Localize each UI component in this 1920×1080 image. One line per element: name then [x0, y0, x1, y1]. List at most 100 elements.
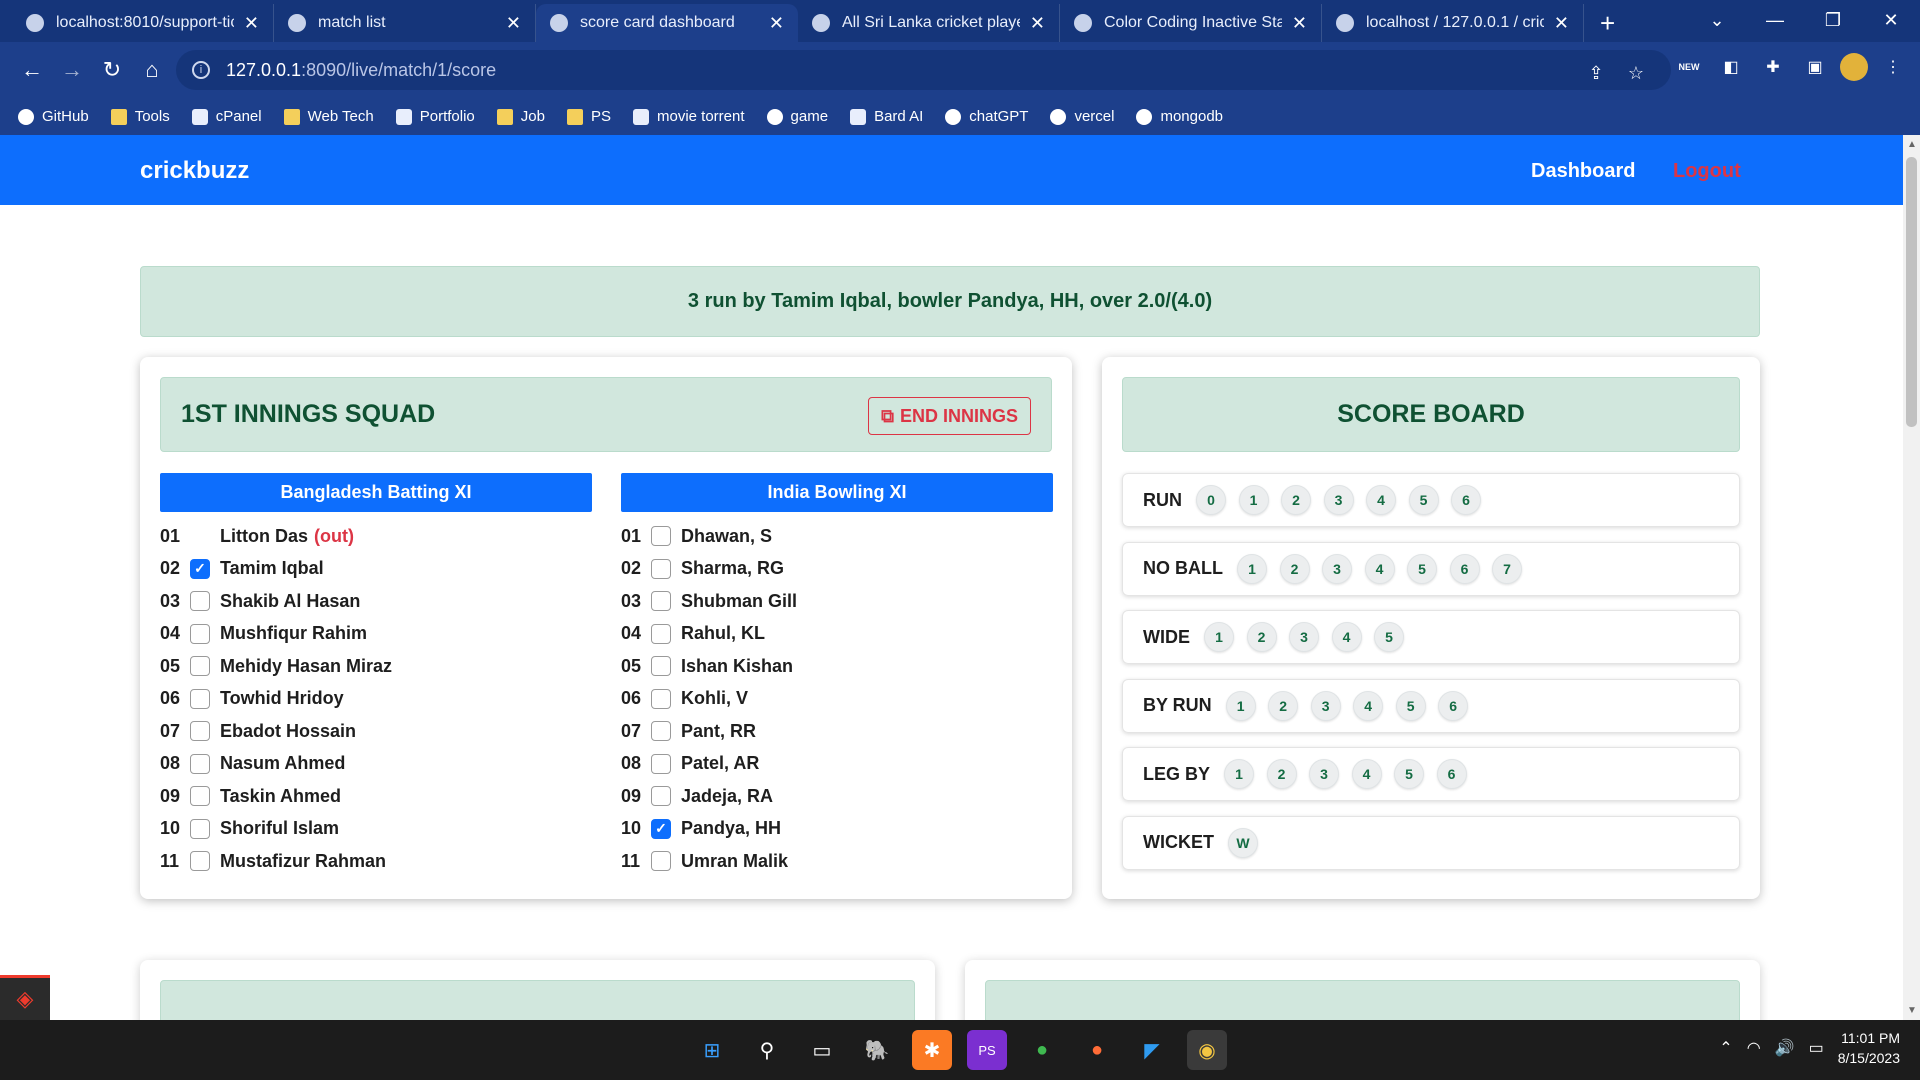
- player-checkbox[interactable]: [190, 623, 210, 644]
- share-icon[interactable]: ⇪: [1579, 56, 1613, 90]
- score-value-button[interactable]: 6: [1438, 690, 1469, 721]
- bookmark-item[interactable]: Bard AI: [850, 108, 923, 125]
- score-value-button[interactable]: 5: [1395, 690, 1426, 721]
- score-value-button[interactable]: 5: [1394, 759, 1425, 789]
- player-checkbox[interactable]: ✓: [651, 818, 671, 839]
- windows-start-icon[interactable]: ⊞: [692, 1030, 732, 1070]
- player-checkbox[interactable]: [190, 688, 210, 709]
- end-innings-button[interactable]: ⧉ END INNINGS: [868, 397, 1031, 435]
- score-value-button[interactable]: 4: [1331, 622, 1362, 652]
- tab-close-icon[interactable]: ✕: [1030, 13, 1045, 34]
- player-checkbox[interactable]: [190, 818, 210, 839]
- score-value-button[interactable]: 1: [1224, 759, 1255, 789]
- task-view-icon[interactable]: ▭: [802, 1030, 842, 1070]
- score-value-button[interactable]: 1: [1237, 553, 1267, 584]
- bookmark-item[interactable]: PS: [566, 108, 611, 125]
- tab-close-icon[interactable]: ✕: [506, 13, 521, 34]
- browser-tab[interactable]: localhost:8010/support-tick ✕: [12, 4, 274, 42]
- menu-icon[interactable]: ⋮: [1876, 50, 1910, 84]
- bookmark-item[interactable]: GitHub: [18, 108, 89, 125]
- forward-icon[interactable]: →: [52, 50, 92, 90]
- score-value-button[interactable]: 0: [1196, 485, 1226, 515]
- chrome-icon[interactable]: ◉: [1187, 1030, 1227, 1070]
- xampp-icon[interactable]: ✱: [912, 1030, 952, 1070]
- player-checkbox[interactable]: [651, 851, 671, 872]
- bookmark-item[interactable]: vercel: [1050, 108, 1114, 125]
- player-checkbox[interactable]: [651, 688, 671, 709]
- score-value-button[interactable]: 4: [1351, 759, 1382, 789]
- site-info-icon[interactable]: i: [192, 61, 210, 79]
- back-icon[interactable]: ←: [12, 50, 52, 90]
- score-value-button[interactable]: 6: [1451, 485, 1481, 515]
- vscode-icon[interactable]: ◤: [1132, 1030, 1172, 1070]
- batting-team-button[interactable]: Bangladesh Batting XI: [160, 473, 592, 512]
- nav-dashboard-link[interactable]: Dashboard: [1531, 160, 1635, 183]
- tab-search-icon[interactable]: ⌄: [1688, 0, 1746, 40]
- minimize-button[interactable]: —: [1746, 0, 1804, 40]
- bookmark-item[interactable]: Tools: [110, 108, 170, 125]
- search-icon[interactable]: ⚲: [747, 1030, 787, 1070]
- score-value-button[interactable]: 5: [1374, 622, 1404, 652]
- player-checkbox[interactable]: [190, 786, 210, 807]
- url-input[interactable]: i 127.0.0.1:8090/live/match/1/score ⇪ ☆: [176, 50, 1671, 90]
- player-checkbox[interactable]: [190, 591, 210, 612]
- browser-tab[interactable]: score card dashboard ✕: [536, 4, 798, 42]
- side-panel-icon[interactable]: ▣: [1798, 50, 1832, 84]
- browser-tab[interactable]: localhost / 127.0.0.1 / cricke ✕: [1322, 4, 1584, 42]
- bowling-team-button[interactable]: India Bowling XI: [621, 473, 1053, 512]
- player-checkbox[interactable]: [651, 591, 671, 612]
- close-window-button[interactable]: ✕: [1862, 0, 1920, 40]
- tray-expand-icon[interactable]: ⌃: [1719, 1038, 1732, 1058]
- nav-logout-link[interactable]: Logout: [1673, 160, 1741, 183]
- player-checkbox[interactable]: [190, 753, 210, 774]
- extension-icon[interactable]: ◧: [1714, 50, 1748, 84]
- score-value-button[interactable]: 1: [1204, 622, 1234, 652]
- volume-icon[interactable]: 🔊: [1775, 1038, 1795, 1058]
- scrollbar-thumb[interactable]: [1906, 157, 1917, 427]
- score-value-button[interactable]: 1: [1238, 485, 1269, 515]
- score-value-button[interactable]: 2: [1279, 553, 1310, 584]
- player-checkbox[interactable]: [651, 721, 671, 742]
- tab-close-icon[interactable]: ✕: [769, 13, 784, 34]
- player-checkbox[interactable]: [651, 753, 671, 774]
- clock[interactable]: 11:01 PM 8/15/2023: [1838, 1028, 1900, 1068]
- tab-close-icon[interactable]: ✕: [244, 13, 259, 34]
- browser-tab[interactable]: All Sri Lanka cricket players, ✕: [798, 4, 1060, 42]
- score-value-button[interactable]: 5: [1408, 485, 1439, 515]
- player-checkbox[interactable]: [190, 851, 210, 872]
- page-scrollbar[interactable]: ▲ ▼: [1903, 135, 1920, 1020]
- restore-button[interactable]: ❐: [1804, 0, 1862, 40]
- home-icon[interactable]: ⌂: [132, 50, 172, 90]
- mongodb-compass-icon[interactable]: ●: [1022, 1030, 1062, 1070]
- score-value-button[interactable]: 2: [1266, 759, 1297, 789]
- pgadmin-icon[interactable]: 🐘: [857, 1030, 897, 1070]
- postman-icon[interactable]: ●: [1077, 1030, 1117, 1070]
- tab-close-icon[interactable]: ✕: [1292, 13, 1307, 34]
- player-checkbox[interactable]: [651, 623, 671, 644]
- battery-icon[interactable]: ▭: [1809, 1038, 1824, 1058]
- score-value-button[interactable]: 5: [1407, 553, 1437, 584]
- score-value-button[interactable]: 7: [1492, 553, 1522, 584]
- new-tab-button[interactable]: +: [1584, 4, 1631, 42]
- score-value-button[interactable]: 4: [1366, 485, 1396, 515]
- player-checkbox[interactable]: [651, 786, 671, 807]
- scroll-up-icon[interactable]: ▲: [1907, 139, 1917, 150]
- score-value-button[interactable]: 3: [1309, 759, 1340, 789]
- score-value-button[interactable]: 3: [1289, 622, 1319, 652]
- scroll-down-icon[interactable]: ▼: [1907, 1005, 1917, 1016]
- score-value-button[interactable]: 6: [1449, 553, 1480, 584]
- player-checkbox[interactable]: [651, 526, 671, 547]
- score-value-button[interactable]: 1: [1225, 690, 1256, 721]
- player-checkbox[interactable]: [190, 656, 210, 677]
- profile-avatar[interactable]: [1840, 53, 1868, 81]
- score-value-button[interactable]: 4: [1353, 690, 1384, 721]
- tab-close-icon[interactable]: ✕: [1554, 13, 1569, 34]
- score-value-button[interactable]: 2: [1281, 485, 1311, 515]
- puzzle-icon[interactable]: ✚: [1756, 50, 1790, 84]
- brand-logo[interactable]: crickbuzz: [140, 157, 249, 185]
- player-checkbox[interactable]: ✓: [190, 558, 210, 579]
- bookmark-item[interactable]: Web Tech: [283, 108, 374, 125]
- phpstorm-icon[interactable]: PS: [967, 1030, 1007, 1070]
- player-checkbox[interactable]: [651, 656, 671, 677]
- bookmark-item[interactable]: mongodb: [1136, 108, 1223, 125]
